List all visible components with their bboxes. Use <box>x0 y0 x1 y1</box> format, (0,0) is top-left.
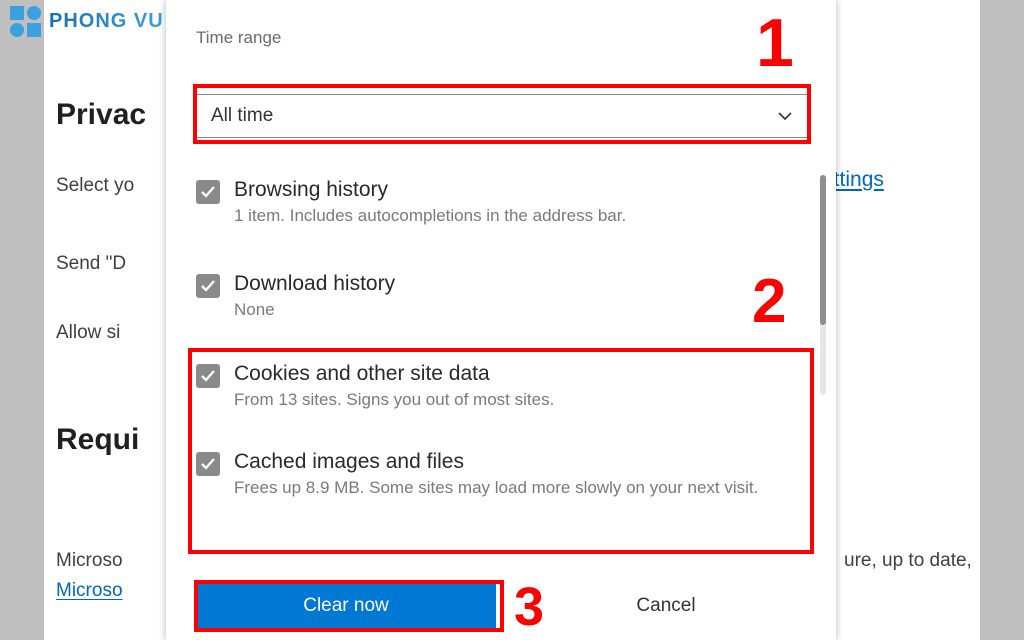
button-label: Clear now <box>303 595 389 617</box>
checkbox-cookies[interactable] <box>196 364 220 388</box>
option-download-history[interactable]: Download history None <box>196 272 776 321</box>
option-browsing-history[interactable]: Browsing history 1 item. Includes autoco… <box>196 178 776 227</box>
option-subtitle: 1 item. Includes autocompletions in the … <box>234 206 626 226</box>
watermark-logo: PHONG VU <box>10 6 164 37</box>
page: Privac Select yo Send "D Allow si Requi … <box>0 0 1024 640</box>
time-range-select[interactable]: All time <box>196 94 808 138</box>
chevron-down-icon <box>777 108 793 124</box>
option-subtitle: From 13 sites. Signs you out of most sit… <box>234 390 554 410</box>
checkbox-browsing-history[interactable] <box>196 180 220 204</box>
time-range-label: Time range <box>196 28 281 48</box>
button-label: Cancel <box>636 595 695 617</box>
checkbox-cached-images[interactable] <box>196 452 220 476</box>
bg-text-microsoft1: Microso <box>56 550 123 572</box>
bg-text-send: Send "D <box>56 253 126 275</box>
annotation-number-2: 2 <box>752 266 786 337</box>
bg-heading-required: Requi <box>56 423 139 457</box>
checkbox-download-history[interactable] <box>196 274 220 298</box>
clear-now-button[interactable]: Clear now <box>196 584 496 628</box>
bg-text-upto: ure, up to date, <box>844 550 972 572</box>
bg-text-select: Select yo <box>56 175 134 197</box>
option-title: Download history <box>234 272 395 296</box>
option-title: Cookies and other site data <box>234 362 554 386</box>
bg-text-allow: Allow si <box>56 322 120 344</box>
cancel-button[interactable]: Cancel <box>526 584 806 628</box>
bg-heading-privacy: Privac <box>56 98 146 132</box>
option-title: Cached images and files <box>234 450 758 474</box>
option-title: Browsing history <box>234 178 626 202</box>
clear-data-dialog: Time range All time Browsing history 1 i… <box>166 0 836 640</box>
annotation-number-3: 3 <box>514 576 544 638</box>
option-cookies[interactable]: Cookies and other site data From 13 site… <box>196 362 776 411</box>
option-subtitle: Frees up 8.9 MB. Some sites may load mor… <box>234 478 758 498</box>
bg-link-microsoft[interactable]: Microso <box>56 580 123 602</box>
scrollbar-thumb[interactable] <box>820 175 826 325</box>
annotation-number-1: 1 <box>756 4 794 82</box>
logo-text: PHONG VU <box>49 10 164 33</box>
option-subtitle: None <box>234 300 395 320</box>
option-cached-images[interactable]: Cached images and files Frees up 8.9 MB.… <box>196 450 776 499</box>
logo-icon <box>10 6 41 37</box>
time-range-value: All time <box>211 105 273 127</box>
